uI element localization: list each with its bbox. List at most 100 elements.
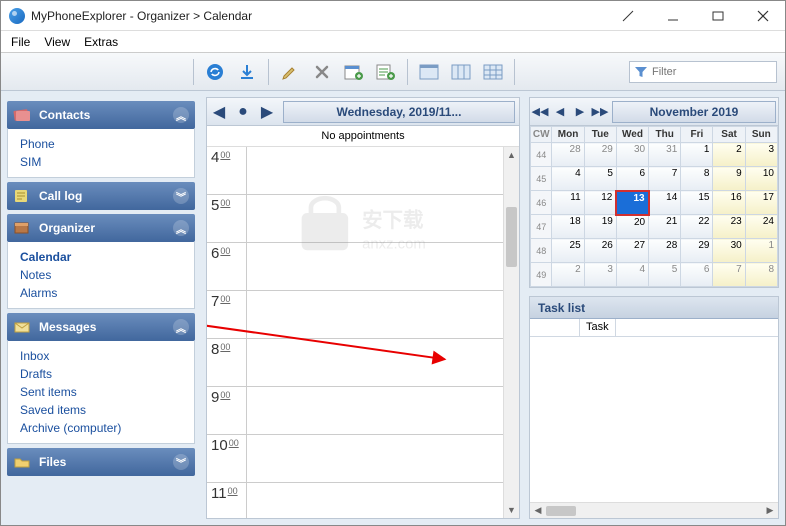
calendar-day[interactable]: 11 [552, 191, 584, 215]
calendar-day[interactable]: 28 [552, 143, 584, 167]
today-button[interactable]: ● [231, 100, 255, 124]
menu-extras[interactable]: Extras [84, 35, 118, 49]
calendar-day[interactable]: 3 [584, 263, 616, 287]
download-button[interactable] [234, 59, 260, 85]
menu-file[interactable]: File [11, 35, 30, 49]
prev-year-button[interactable]: ◀◀ [530, 100, 550, 124]
calendar-day[interactable]: 22 [681, 215, 713, 239]
maximize-button[interactable] [695, 1, 740, 31]
sidebar-item-notes[interactable]: Notes [20, 266, 182, 284]
sidebar-item-inbox[interactable]: Inbox [20, 347, 182, 365]
calendar-day[interactable]: 4 [552, 167, 584, 191]
time-slot[interactable] [247, 435, 503, 483]
view-day-button[interactable] [416, 59, 442, 85]
new-task-button[interactable] [373, 59, 399, 85]
calendar-day[interactable]: 5 [649, 263, 681, 287]
edit-button[interactable] [277, 59, 303, 85]
time-slot[interactable] [247, 339, 503, 387]
calendar-day[interactable]: 4 [616, 263, 648, 287]
calendar-day[interactable]: 8 [745, 263, 777, 287]
delete-button[interactable] [309, 59, 335, 85]
splitter-vertical-2[interactable] [522, 91, 527, 525]
task-col-checkbox[interactable] [530, 319, 580, 336]
calendar-day[interactable]: 16 [713, 191, 745, 215]
month-picker-button[interactable]: November 2019 [612, 101, 776, 123]
sidebar-item-phone[interactable]: Phone [20, 135, 182, 153]
horizontal-scrollbar[interactable]: ◀▶ [530, 502, 778, 518]
next-day-button[interactable]: ▶ [255, 100, 279, 124]
task-col-task[interactable]: Task [580, 319, 616, 336]
calendar-day[interactable]: 23 [713, 215, 745, 239]
time-slot[interactable] [247, 291, 503, 339]
panel-messages[interactable]: Messages ︽ [7, 313, 195, 341]
sidebar-item-alarms[interactable]: Alarms [20, 284, 182, 302]
panel-files[interactable]: Files ︾ [7, 448, 195, 476]
calendar-day[interactable]: 13 [616, 191, 648, 215]
next-year-button[interactable]: ▶▶ [590, 100, 610, 124]
calendar-day[interactable]: 31 [649, 143, 681, 167]
sidebar-item-sim[interactable]: SIM [20, 153, 182, 171]
panel-contacts[interactable]: Contacts ︽ [7, 101, 195, 129]
calendar-day[interactable]: 10 [745, 167, 777, 191]
time-slot[interactable] [247, 243, 503, 291]
calendar-day[interactable]: 26 [584, 239, 616, 263]
sidebar-item-sent[interactable]: Sent items [20, 383, 182, 401]
scrollbar-thumb[interactable] [506, 207, 517, 267]
calendar-day[interactable]: 6 [681, 263, 713, 287]
prev-month-button[interactable]: ◀ [550, 100, 570, 124]
sidebar-item-saved[interactable]: Saved items [20, 401, 182, 419]
panel-calllog[interactable]: Call log ︾ [7, 182, 195, 210]
calendar-day[interactable]: 1 [745, 239, 777, 263]
sidebar-item-drafts[interactable]: Drafts [20, 365, 182, 383]
calendar-day[interactable]: 7 [649, 167, 681, 191]
time-slot[interactable] [247, 147, 503, 195]
calendar-day[interactable]: 3 [745, 143, 777, 167]
calendar-day[interactable]: 29 [681, 239, 713, 263]
new-event-button[interactable] [341, 59, 367, 85]
calendar-day[interactable]: 18 [552, 215, 584, 239]
calendar-day[interactable]: 27 [616, 239, 648, 263]
calendar-day[interactable]: 20 [616, 215, 648, 239]
calendar-day[interactable]: 9 [713, 167, 745, 191]
menu-view[interactable]: View [44, 35, 70, 49]
calendar-day[interactable]: 30 [713, 239, 745, 263]
view-week-button[interactable] [448, 59, 474, 85]
task-list[interactable] [530, 337, 778, 502]
time-slot[interactable] [247, 195, 503, 243]
resize-diag-icon[interactable] [605, 1, 650, 31]
calendar-day[interactable]: 2 [552, 263, 584, 287]
panel-organizer[interactable]: Organizer ︽ [7, 214, 195, 242]
view-month-button[interactable] [480, 59, 506, 85]
calendar-day[interactable]: 19 [584, 215, 616, 239]
calendar-day[interactable]: 2 [713, 143, 745, 167]
sidebar-item-archive[interactable]: Archive (computer) [20, 419, 182, 437]
calendar-day[interactable]: 29 [584, 143, 616, 167]
calendar-day[interactable]: 30 [616, 143, 648, 167]
prev-day-button[interactable]: ◀ [207, 100, 231, 124]
calendar-day[interactable]: 17 [745, 191, 777, 215]
calendar-day[interactable]: 28 [649, 239, 681, 263]
vertical-scrollbar[interactable]: ▲ ▼ [503, 147, 519, 518]
filter-input[interactable] [652, 66, 772, 78]
calendar-day[interactable]: 6 [616, 167, 648, 191]
time-slot[interactable] [247, 483, 503, 518]
calendar-day[interactable]: 8 [681, 167, 713, 191]
filter-box[interactable] [629, 61, 777, 83]
sync-button[interactable] [202, 59, 228, 85]
next-month-button[interactable]: ▶ [570, 100, 590, 124]
calendar-day[interactable]: 5 [584, 167, 616, 191]
calendar-day[interactable]: 15 [681, 191, 713, 215]
calendar-day[interactable]: 24 [745, 215, 777, 239]
time-slot[interactable] [247, 387, 503, 435]
date-picker-button[interactable]: Wednesday, 2019/11... [283, 101, 515, 123]
close-button[interactable] [740, 1, 785, 31]
calendar-day[interactable]: 7 [713, 263, 745, 287]
sidebar-item-calendar[interactable]: Calendar [20, 248, 182, 266]
calendar-day[interactable]: 25 [552, 239, 584, 263]
mini-calendar[interactable]: CWMonTueWedThuFriSatSun44282930311234545… [530, 126, 778, 287]
calendar-day[interactable]: 1 [681, 143, 713, 167]
calendar-day[interactable]: 12 [584, 191, 616, 215]
time-slots[interactable]: 安下载anxz.com [247, 147, 503, 518]
minimize-button[interactable] [650, 1, 695, 31]
calendar-day[interactable]: 14 [649, 191, 681, 215]
